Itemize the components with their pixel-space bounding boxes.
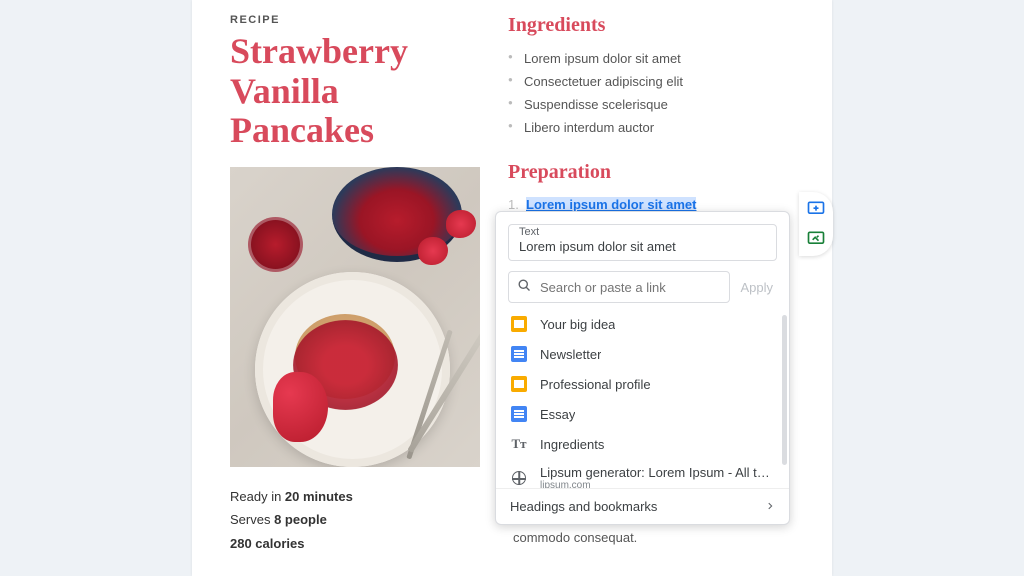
trailing-paragraph[interactable]: commodo consequat. [513, 530, 773, 545]
heading-icon: Tт [510, 435, 528, 453]
ingredients-list: Lorem ipsum dolor sit amet Consectetuer … [508, 47, 794, 139]
headings-bookmarks-row[interactable]: Headings and bookmarks [496, 489, 789, 524]
recipe-meta: Ready in 20 minutes Serves 8 people 280 … [230, 485, 480, 555]
globe-icon [510, 469, 528, 487]
docs-icon [510, 405, 528, 423]
link-text-field[interactable]: Text [508, 224, 777, 261]
recipe-title[interactable]: Strawberry Vanilla Pancakes [230, 32, 480, 151]
results-scrollbar[interactable] [782, 315, 787, 465]
suggest-edits-button[interactable] [805, 228, 827, 250]
link-result-item[interactable]: Professional profile [496, 369, 789, 399]
meta-serves: Serves 8 people [230, 508, 480, 531]
chevron-right-icon [765, 499, 775, 514]
link-result-item[interactable]: Newsletter [496, 339, 789, 369]
link-text-label: Text [519, 226, 766, 238]
ingredient-item[interactable]: Suspendisse scelerisque [508, 93, 794, 116]
margin-action-buttons [799, 192, 833, 256]
recipe-photo [230, 167, 480, 467]
meta-calories: 280 calories [230, 532, 480, 555]
slides-icon [510, 315, 528, 333]
preparation-heading[interactable]: Preparation [508, 161, 794, 184]
link-result-item[interactable]: Lipsum generator: Lorem Ipsum - All the … [496, 459, 789, 489]
docs-icon [510, 345, 528, 363]
left-column: RECIPE Strawberry Vanilla Pancakes Ready… [230, 14, 480, 576]
link-result-item[interactable]: Your big idea [496, 309, 789, 339]
link-text-input[interactable] [519, 239, 766, 254]
apply-button[interactable]: Apply [736, 276, 777, 299]
link-results: Your big idea Newsletter Professional pr… [496, 309, 789, 489]
ingredient-item[interactable]: Libero interdum auctor [508, 116, 794, 139]
link-result-item[interactable]: Essay [496, 399, 789, 429]
link-search-input[interactable] [540, 280, 721, 295]
insert-link-popup: Text Apply Your big idea Newsletter Prof… [495, 211, 790, 525]
ingredients-heading[interactable]: Ingredients [508, 14, 794, 37]
slides-icon [510, 375, 528, 393]
meta-ready: Ready in 20 minutes [230, 485, 480, 508]
search-icon [517, 278, 532, 296]
recipe-eyebrow: RECIPE [230, 14, 480, 26]
ingredient-item[interactable]: Consectetuer adipiscing elit [508, 70, 794, 93]
link-result-item[interactable]: Tт Ingredients [496, 429, 789, 459]
add-comment-button[interactable] [805, 198, 827, 220]
link-search-box[interactable] [508, 271, 730, 303]
ingredient-item[interactable]: Lorem ipsum dolor sit amet [508, 47, 794, 70]
